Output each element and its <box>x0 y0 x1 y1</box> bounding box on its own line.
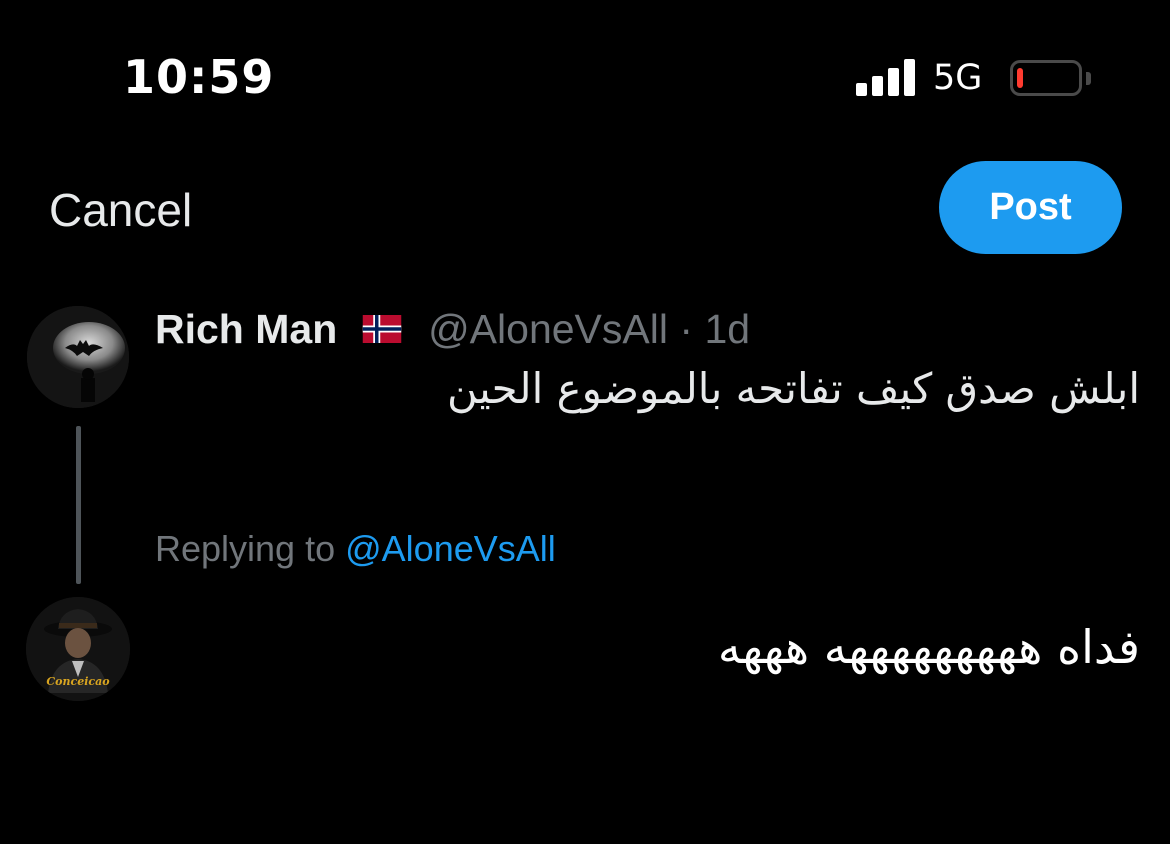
thread-connector-line <box>76 426 81 584</box>
replying-to-line: Replying to @AloneVsAll <box>155 528 556 570</box>
original-tweet-text: ابلش صدق كيف تفاتحه بالموضوع الحين <box>447 364 1140 413</box>
fedora-man-icon: Conceicao <box>26 597 130 701</box>
tweet-author-line: Rich Man @AloneVsAll · 1d <box>155 306 750 353</box>
original-author-avatar[interactable] <box>27 306 129 408</box>
batman-signal-icon <box>27 306 129 408</box>
norway-flag-icon <box>362 315 401 344</box>
replying-to-handle[interactable]: @AloneVsAll <box>345 528 556 569</box>
battery-cap <box>1086 72 1091 85</box>
battery-level-fill <box>1017 68 1023 88</box>
avatar-caption: Conceicao <box>46 675 109 688</box>
replying-to-label: Replying to <box>155 528 336 569</box>
status-time: 10:59 <box>123 50 275 104</box>
post-button[interactable]: Post <box>939 161 1122 254</box>
reply-text[interactable]: فداه هههههههههه هههه <box>718 620 1140 674</box>
cellular-signal-icon <box>856 58 916 96</box>
cancel-button[interactable]: Cancel <box>49 183 192 237</box>
author-name[interactable]: Rich Man <box>155 306 337 352</box>
network-type: 5G <box>933 58 983 98</box>
meta-separator: · <box>679 306 694 352</box>
reply-author-avatar[interactable]: Conceicao <box>26 597 130 701</box>
tweet-age: 1d <box>704 306 751 352</box>
battery-icon <box>1010 60 1082 96</box>
author-handle[interactable]: @AloneVsAll <box>428 306 668 352</box>
